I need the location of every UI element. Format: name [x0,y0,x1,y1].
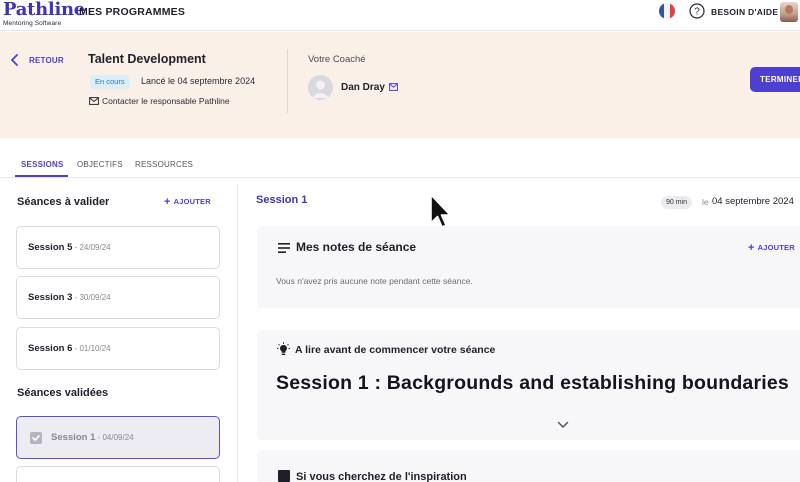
lightbulb-icon [277,342,290,355]
notes-icon [278,243,290,253]
content-title: Session 1 : Backgrounds and establishing… [276,372,789,394]
session-card[interactable] [16,466,220,482]
logo-name: Pathline [3,0,85,20]
mail-icon [89,97,99,105]
logo[interactable]: Pathline Mentoring Software [3,0,85,27]
duration-badge: 90 min [661,196,693,209]
back-button[interactable]: RETOUR [29,56,64,65]
help-link[interactable]: BESOIN D'AIDE [711,7,778,17]
plus-icon: + [164,196,171,208]
notes-empty-text: Vous n'avez pris aucune note pendant cet… [276,276,473,286]
session-title: Session 1 [256,194,308,206]
session-date-value: 04 septembre 2024 [712,196,794,207]
notes-title: Mes notes de séance [296,240,417,254]
session-card-selected[interactable]: Session 1 - 04/09/24 [16,416,220,459]
add-note-button[interactable]: + AJOUTER [748,242,795,254]
session-date: - 30/09/24 [72,293,111,302]
mouse-cursor-icon [430,194,451,228]
session-name: Session 3 [28,292,73,303]
nav-programmes[interactable]: MES PROGRAMMES [79,6,185,18]
session-name: Session 5 [28,242,73,253]
tabs-divider [0,177,800,178]
read-before-title: A lire avant de commencer votre séance [295,344,496,356]
launch-date: Lancé le 04 septembre 2024 [141,76,256,86]
date-prefix: le [702,197,709,207]
chevron-down-icon[interactable] [557,421,569,429]
add-note-label: AJOUTER [757,243,795,252]
finish-button[interactable]: TERMINER [750,67,800,92]
coach-name: Dan Dray [341,82,385,93]
mail-coach-icon[interactable] [389,83,398,91]
logo-subtitle: Mentoring Software [3,20,62,27]
tab-sessions[interactable]: SESSIONS [21,160,64,184]
coach-label: Votre Coaché [308,54,366,65]
tab-objectifs[interactable]: OBJECTIFS [77,160,123,184]
session-date: - 01/10/24 [72,344,111,353]
chevron-left-icon[interactable] [10,54,20,66]
coach-avatar [308,75,333,100]
validated-title: Séances validées [17,387,109,399]
inspiration-title: Si vous cherchez de l'inspiration [296,471,467,482]
plus-icon: + [748,242,755,254]
language-flag-icon[interactable] [659,3,675,19]
top-bar: Pathline Mentoring Software MES PROGRAMM… [0,0,800,31]
session-card[interactable]: Session 5 - 24/09/24 [16,226,220,269]
session-name: Session 6 [28,343,73,354]
to-validate-title: Séances à valider [17,196,110,208]
tab-ressources[interactable]: RESSOURCES [135,160,193,184]
session-card[interactable]: Session 6 - 01/10/24 [16,327,220,370]
check-icon [30,432,42,444]
program-title: Talent Development [88,52,206,66]
svg-text:?: ? [694,7,700,18]
session-card[interactable]: Session 3 - 30/09/24 [16,276,220,319]
session-name: Session 1 [51,432,96,443]
user-avatar[interactable] [780,2,798,22]
notes-panel [257,226,800,308]
add-session-button[interactable]: + AJOUTER [164,196,211,208]
session-date: - 04/09/24 [95,433,134,442]
contact-manager-link[interactable]: Contacter le responsable Pathline [102,96,230,106]
column-divider [237,184,238,482]
status-badge: En cours [90,75,130,89]
add-session-label: AJOUTER [173,197,211,206]
session-date: - 24/09/24 [72,243,111,252]
header-divider [287,49,288,113]
inspiration-icon [278,470,290,482]
help-icon[interactable]: ? [689,3,705,19]
